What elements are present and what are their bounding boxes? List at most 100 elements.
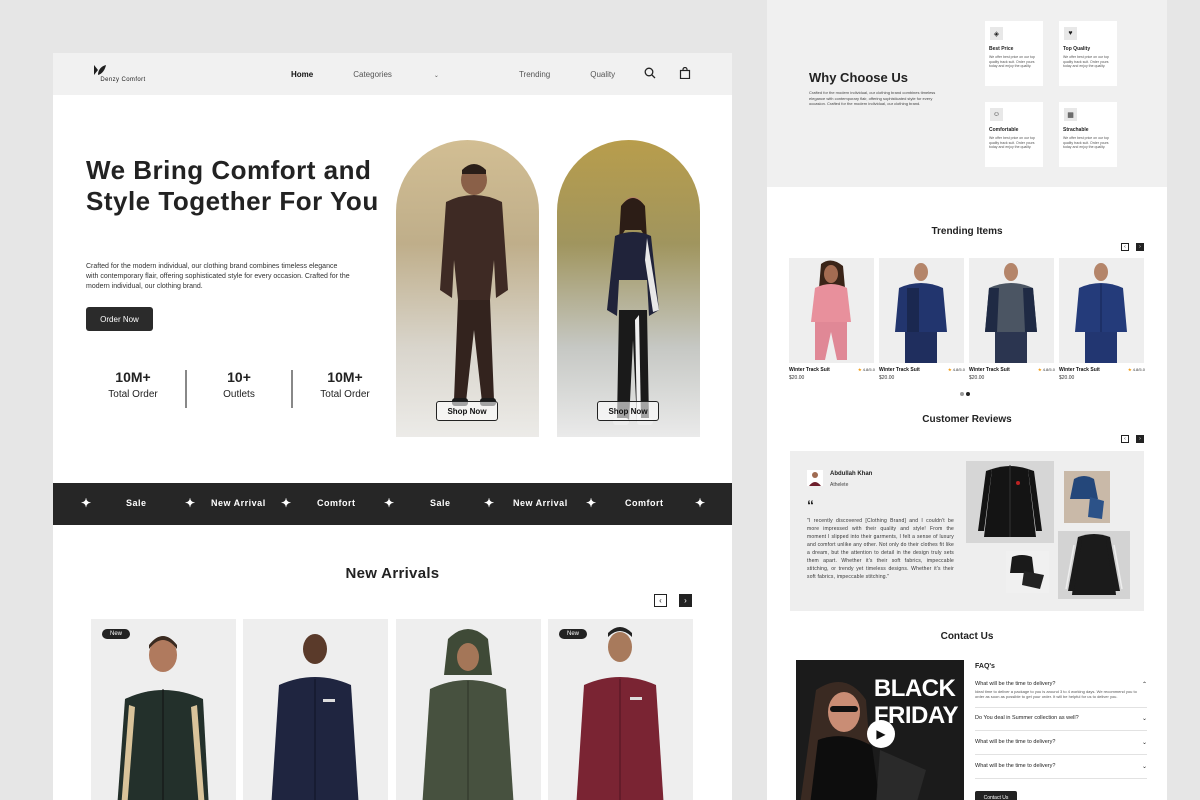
faq-divider: [975, 778, 1147, 779]
trending-prev-button[interactable]: ‹: [1121, 243, 1129, 251]
customer-reviews-title: Customer Reviews: [922, 414, 1012, 425]
review-image-jacket: [966, 461, 1054, 543]
chevron-down-icon: ⌄: [1141, 716, 1147, 722]
reviews-prev-button[interactable]: ‹: [1121, 435, 1129, 443]
chevron-left-icon: ‹: [1124, 436, 1126, 442]
faq-question-text: What will be the time to delivery?: [975, 763, 1056, 769]
why-choose-us-section: Why Choose Us Crafted for the modern ind…: [767, 0, 1167, 187]
faq-question[interactable]: Do You deal in Summer collection as well…: [975, 715, 1147, 722]
faq-answer: Ideal time to deliver a package to you i…: [975, 689, 1137, 699]
stretch-icon: ▦: [1064, 108, 1077, 121]
star-icon: ★: [1128, 367, 1132, 372]
faq-question-text: Do You deal in Summer collection as well…: [975, 715, 1079, 721]
trending-card[interactable]: [879, 258, 964, 363]
carousel-dots: [960, 392, 972, 396]
trending-card[interactable]: [789, 258, 874, 363]
feature-description: We offer best price on our top quality t…: [1063, 55, 1109, 68]
nav-quality[interactable]: Quality: [590, 70, 615, 79]
product-card[interactable]: New: [548, 619, 693, 800]
reviews-next-button[interactable]: ›: [1136, 435, 1144, 443]
order-now-button[interactable]: Order Now: [86, 307, 153, 331]
rating-value: 4.8/5.0: [862, 367, 875, 372]
trending-card[interactable]: [1059, 258, 1144, 363]
shop-now-button[interactable]: Shop Now: [597, 401, 659, 421]
blue-hoodie-image: [1070, 476, 1104, 519]
tag-icon: ◈: [990, 27, 1003, 40]
nav-trending[interactable]: Trending: [519, 70, 550, 79]
prev-arrow-button[interactable]: ‹: [654, 594, 667, 607]
product-image: [271, 634, 359, 800]
product-image: [985, 263, 1037, 363]
brand-name: Denzy Comfort: [100, 77, 146, 83]
hero-image-woman: Shop Now: [557, 140, 700, 437]
sparkle-icon: ✦: [281, 496, 292, 510]
product-image: [811, 260, 851, 360]
sparkle-icon: ✦: [484, 496, 495, 510]
product-card[interactable]: [243, 619, 388, 800]
trending-next-button[interactable]: ›: [1136, 243, 1144, 251]
next-arrow-button[interactable]: ›: [679, 594, 692, 607]
smile-icon: ☺: [990, 108, 1003, 121]
chevron-right-icon: ›: [684, 596, 687, 605]
chevron-down-icon: ⌄: [433, 73, 439, 79]
product-card[interactable]: [396, 619, 541, 800]
new-badge: New: [559, 629, 588, 639]
product-rating: ★ 4.8/5.0: [1038, 367, 1055, 372]
product-price: $20.00: [879, 375, 895, 381]
chevron-up-icon: ⌃: [1141, 682, 1147, 688]
chevron-right-icon: ›: [1139, 436, 1141, 442]
product-rating: ★ 4.8/5.0: [1128, 367, 1145, 372]
faq-question[interactable]: What will be the time to delivery? ⌄: [975, 739, 1147, 746]
nav-home[interactable]: Home: [291, 70, 313, 79]
reviewer-role: Athelete: [830, 482, 849, 488]
product-rating: ★ 4.8/5.0: [858, 367, 875, 372]
marquee-item: Sale: [430, 498, 451, 508]
landing-page-left: Denzy Comfort Home Categories ⌄ Trending …: [53, 53, 732, 800]
search-icon[interactable]: [644, 67, 656, 79]
stats-row: 10M+ Total Order 10+ Outlets 10M+ Total …: [81, 369, 397, 408]
feature-title: Strachable: [1063, 127, 1089, 133]
leaf-logo-icon: [94, 65, 106, 75]
product-image: [895, 263, 947, 363]
stat-label: Total Order: [320, 389, 370, 400]
carousel-dot[interactable]: [960, 392, 964, 396]
site-header: Denzy Comfort Home Categories ⌄ Trending …: [53, 53, 732, 95]
promo-video[interactable]: BLACK FRIDAY ▶: [796, 660, 964, 800]
why-choose-us-description: Crafted for the modern individual, our c…: [809, 90, 936, 106]
stat-label: Total Order: [108, 389, 158, 400]
marquee-item: New Arrival: [513, 498, 568, 508]
chevron-down-icon: ⌄: [1141, 764, 1147, 770]
feature-description: We offer best price on our top quality t…: [989, 136, 1035, 149]
faq-question-text: What will be the time to delivery?: [975, 739, 1056, 745]
chevron-left-icon: ‹: [659, 596, 662, 605]
faq-question-text: What will be the time to delivery?: [975, 681, 1056, 687]
sparkle-icon: ✦: [185, 496, 196, 510]
black-jacket-image: [978, 465, 1042, 537]
reviewer-name: Abdullah Khan: [830, 471, 873, 477]
stat-value: 10M+: [327, 369, 363, 385]
faq-question[interactable]: What will be the time to delivery? ⌄: [975, 763, 1147, 770]
nav-categories[interactable]: Categories ⌄: [353, 70, 479, 79]
product-name: Winter Track Suit: [879, 367, 920, 373]
avatar: [807, 470, 823, 486]
brand-logo[interactable]: Denzy Comfort: [93, 63, 153, 83]
product-price: $20.00: [1059, 375, 1075, 381]
faq-question[interactable]: What will be the time to delivery? ⌃: [975, 681, 1147, 688]
review-card: Abdullah Khan Athelete “ "I recently dis…: [790, 451, 1144, 611]
feature-card: ◈ Best Price We offer best price on our …: [985, 21, 1043, 86]
rating-value: 4.8/5.0: [952, 367, 965, 372]
carousel-dot-active[interactable]: [966, 392, 970, 396]
review-image-hoodie-set: [1064, 471, 1110, 523]
shop-now-button[interactable]: Shop Now: [436, 401, 498, 421]
trending-card[interactable]: [969, 258, 1054, 363]
contact-us-button[interactable]: Contact Us: [975, 791, 1017, 800]
play-icon[interactable]: ▶: [867, 720, 895, 748]
stat-value: 10+: [227, 369, 251, 385]
rating-value: 4.8/5.0: [1132, 367, 1145, 372]
shopping-bag-icon[interactable]: [679, 67, 691, 79]
trending-items-title: Trending Items: [931, 226, 1003, 237]
feature-card: ♥ Top Quality We offer best price on our…: [1059, 21, 1117, 86]
stat-item: 10+ Outlets: [187, 369, 291, 408]
black-friday-line-1: BLACK: [873, 675, 956, 702]
product-card[interactable]: New: [91, 619, 236, 800]
